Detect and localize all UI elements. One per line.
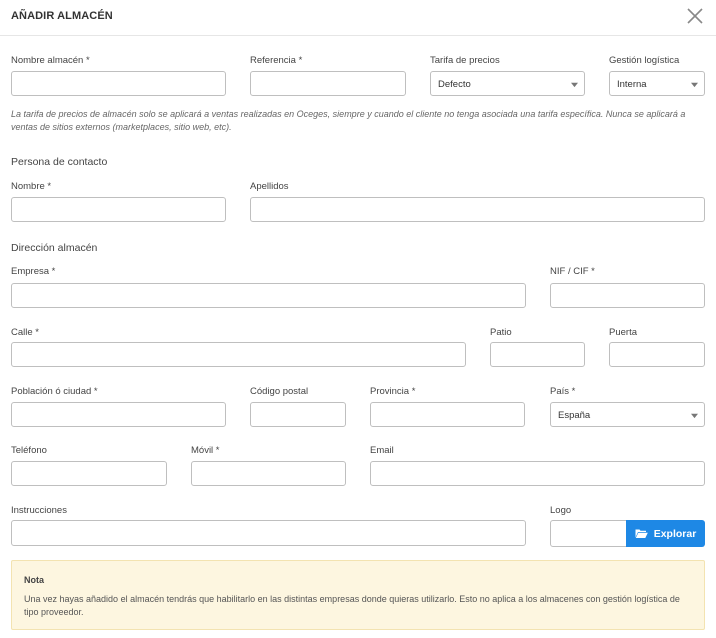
city-label: Población ó ciudad *: [11, 386, 98, 397]
explore-button[interactable]: Explorar: [626, 520, 705, 547]
close-icon: [687, 8, 703, 24]
price-rate-help-text: La tarifa de precios de almacén solo se …: [11, 109, 686, 132]
logo-file-input[interactable]: [550, 520, 627, 547]
contact-section-title: Persona de contacto: [11, 156, 108, 168]
tax-id-input[interactable]: [550, 283, 705, 308]
country-value: España: [558, 410, 591, 421]
first-name-input[interactable]: [11, 197, 226, 222]
phone-input[interactable]: [11, 461, 167, 486]
street-input[interactable]: [11, 342, 466, 367]
phone-label: Teléfono: [11, 445, 47, 456]
province-input[interactable]: [370, 402, 525, 427]
price-rate-label: Tarifa de precios: [430, 55, 500, 66]
note-box: Nota Una vez hayas añadido el almacén te…: [11, 560, 705, 630]
door-label: Puerta: [609, 327, 637, 338]
door-input[interactable]: [609, 342, 705, 367]
last-name-input[interactable]: [250, 197, 705, 222]
province-label: Provincia *: [370, 386, 416, 397]
logo-label: Logo: [550, 505, 572, 516]
logistics-select[interactable]: Interna: [609, 71, 705, 96]
note-title: Nota: [24, 575, 44, 585]
caret-down-icon: [691, 82, 698, 88]
country-label: País *: [550, 386, 576, 397]
company-label: Empresa *: [11, 266, 56, 277]
price-rate-select[interactable]: Defecto: [430, 71, 585, 96]
add-warehouse-dialog: AÑADIR ALMACÉN Nombre almacén * Referenc…: [0, 0, 716, 638]
logistics-value: Interna: [617, 79, 647, 90]
company-input[interactable]: [11, 283, 526, 308]
caret-down-icon: [691, 413, 698, 419]
last-name-label: Apellidos: [250, 181, 289, 192]
price-rate-value: Defecto: [438, 79, 471, 90]
warehouse-name-label: Nombre almacén *: [11, 55, 90, 66]
address-section-title: Dirección almacén: [11, 242, 98, 254]
close-button[interactable]: [686, 7, 704, 25]
instructions-input[interactable]: [11, 520, 526, 546]
dialog-header: AÑADIR ALMACÉN: [0, 0, 716, 36]
first-name-label: Nombre *: [11, 181, 52, 192]
reference-input[interactable]: [250, 71, 406, 96]
mobile-input[interactable]: [191, 461, 346, 486]
street-label: Calle *: [11, 327, 39, 338]
folder-open-icon: [635, 529, 648, 538]
email-input[interactable]: [370, 461, 705, 486]
reference-label: Referencia *: [250, 55, 303, 66]
tax-id-label: NIF / CIF *: [550, 266, 595, 277]
city-input[interactable]: [11, 402, 226, 427]
logistics-label: Gestión logística: [609, 55, 680, 66]
dialog-title: AÑADIR ALMACÉN: [11, 10, 113, 22]
note-text: Una vez hayas añadido el almacén tendrás…: [24, 594, 680, 617]
postal-code-input[interactable]: [250, 402, 346, 427]
warehouse-name-input[interactable]: [11, 71, 226, 96]
country-select[interactable]: España: [550, 402, 705, 427]
patio-label: Patio: [490, 327, 512, 338]
mobile-label: Móvil *: [191, 445, 220, 456]
caret-down-icon: [571, 82, 578, 88]
email-label: Email: [370, 445, 394, 456]
instructions-label: Instrucciones: [11, 505, 67, 516]
postal-code-label: Código postal: [250, 386, 309, 397]
patio-input[interactable]: [490, 342, 585, 367]
explore-button-label: Explorar: [653, 527, 697, 540]
